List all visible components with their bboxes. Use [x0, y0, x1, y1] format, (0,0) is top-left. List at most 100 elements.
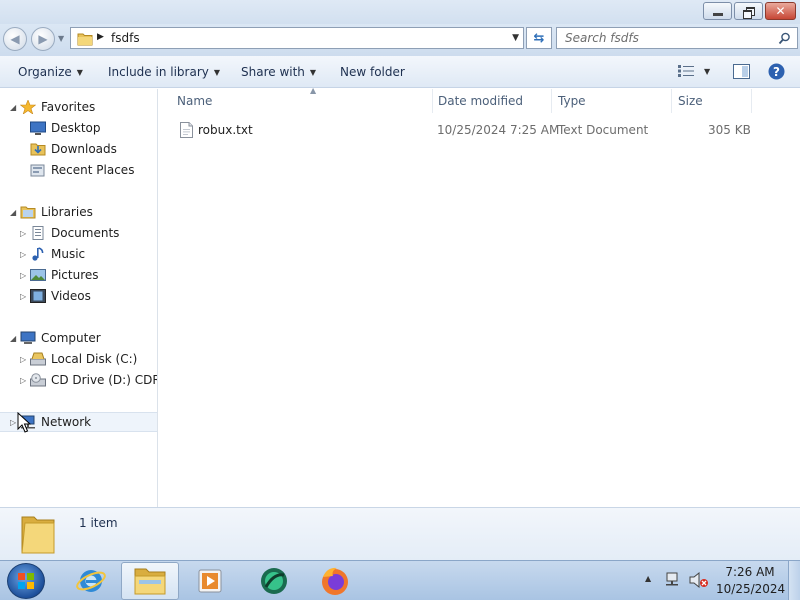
- taskbar-app[interactable]: [245, 562, 303, 600]
- include-in-library-button[interactable]: Include in library ▼: [108, 65, 220, 79]
- minimize-button[interactable]: [703, 2, 732, 20]
- expand-arrow-icon[interactable]: ▷: [20, 229, 26, 238]
- clock-date: 10/25/2024: [716, 582, 786, 596]
- show-hidden-icons-button[interactable]: ▲: [645, 574, 651, 583]
- libraries-icon: [20, 206, 36, 219]
- chevron-down-icon: ▼: [213, 67, 221, 77]
- column-header-type[interactable]: Type: [552, 89, 672, 113]
- windows-media-player-icon: [198, 569, 222, 593]
- details-view-icon: [678, 65, 694, 77]
- nav-item-documents[interactable]: ▷ Documents: [0, 223, 157, 243]
- nav-item-label: Recent Places: [51, 163, 135, 177]
- nav-item-pictures[interactable]: ▷ Pictures: [0, 265, 157, 285]
- folder-large-icon: [21, 516, 55, 554]
- minimize-icon: [712, 12, 723, 16]
- nav-item-cd-drive[interactable]: ▷ CD Drive (D:) CDROM: [0, 370, 157, 390]
- taskbar: ▲ 7:26 AM 10/25/2024: [0, 560, 800, 600]
- computer-icon: [20, 331, 36, 344]
- change-view-button[interactable]: ▼: [678, 65, 710, 77]
- nav-item-label: Local Disk (C:): [51, 352, 138, 366]
- file-date-modified: 10/25/2024 7:25 AM: [437, 123, 560, 137]
- include-in-library-label: Include in library: [108, 65, 209, 79]
- address-dropdown-icon[interactable]: ▼: [512, 33, 519, 43]
- column-header-label: Date modified: [438, 94, 524, 108]
- clock-time: 7:26 AM: [725, 565, 775, 579]
- nav-group-favorites[interactable]: ◢ Favorites: [0, 97, 157, 117]
- back-button[interactable]: ◀: [3, 27, 27, 51]
- nav-item-desktop[interactable]: Desktop: [0, 118, 157, 138]
- file-row[interactable]: robux.txt 10/25/2024 7:25 AM Text Docume…: [159, 119, 800, 141]
- chevron-down-icon: ▼: [76, 67, 83, 77]
- taskbar-windows-media-player[interactable]: [181, 562, 239, 600]
- pictures-icon: [30, 269, 46, 281]
- refresh-button[interactable]: ⇆: [526, 27, 552, 49]
- search-input[interactable]: [557, 28, 767, 48]
- close-button[interactable]: ✕: [765, 2, 796, 20]
- music-icon: [32, 247, 44, 261]
- nav-group-computer[interactable]: ◢ Computer: [0, 328, 157, 348]
- forward-button[interactable]: ▶: [31, 27, 55, 51]
- column-header-label: Name: [177, 94, 213, 108]
- organize-button[interactable]: Organize ▼: [18, 65, 83, 79]
- expand-arrow-icon[interactable]: ▷: [20, 271, 26, 280]
- expand-arrow-icon[interactable]: ▷: [20, 250, 26, 259]
- nav-item-recent-places[interactable]: Recent Places: [0, 160, 157, 180]
- collapse-arrow-icon[interactable]: ◢: [10, 208, 16, 217]
- file-type: Text Document: [558, 123, 649, 137]
- expand-arrow-icon[interactable]: ▷: [20, 292, 26, 301]
- collapse-arrow-icon[interactable]: ◢: [10, 103, 16, 112]
- nav-group-label: Libraries: [41, 205, 93, 219]
- internet-explorer-icon: [76, 570, 106, 592]
- expand-arrow-icon[interactable]: ▷: [20, 355, 26, 364]
- new-folder-button[interactable]: New folder: [340, 65, 405, 79]
- nav-item-videos[interactable]: ▷ Videos: [0, 286, 157, 306]
- start-button[interactable]: [7, 563, 45, 599]
- taskbar-windows-explorer[interactable]: [121, 562, 179, 600]
- desktop-icon: [30, 121, 46, 135]
- expand-arrow-icon[interactable]: ▷: [20, 376, 26, 385]
- taskbar-firefox[interactable]: [306, 562, 364, 600]
- new-folder-label: New folder: [340, 65, 405, 79]
- recent-places-icon: [30, 164, 45, 177]
- collapse-arrow-icon[interactable]: ◢: [10, 334, 16, 343]
- share-with-button[interactable]: Share with ▼: [241, 65, 316, 79]
- sort-ascending-icon: ▲: [310, 86, 317, 95]
- search-icon[interactable]: [778, 32, 791, 45]
- favorites-star-icon: [20, 100, 36, 114]
- nav-item-label: Desktop: [51, 121, 101, 135]
- file-list: Name ▲ Date modified Type Size robux.txt…: [159, 86, 800, 507]
- column-header-size[interactable]: Size: [672, 89, 752, 113]
- windows-explorer-icon: [134, 568, 166, 595]
- folder-icon: [77, 33, 93, 46]
- preview-pane-icon[interactable]: [733, 64, 750, 79]
- text-file-icon: [180, 122, 193, 138]
- column-header-name[interactable]: Name ▲: [171, 86, 433, 113]
- details-pane: 1 item: [0, 507, 800, 560]
- nav-group-label: Network: [41, 415, 92, 429]
- system-clock[interactable]: 7:26 AM 10/25/2024: [716, 564, 786, 598]
- nav-item-local-disk[interactable]: ▷ Local Disk (C:): [0, 349, 157, 369]
- volume-muted-icon[interactable]: [689, 572, 709, 588]
- restore-button[interactable]: [734, 2, 763, 20]
- address-bar[interactable]: ▶ fsdfs ▼: [70, 27, 524, 49]
- command-bar: Organize ▼ Include in library ▼ Share with…: [0, 56, 800, 88]
- nav-item-label: Pictures: [51, 268, 99, 282]
- nav-group-label: Favorites: [41, 100, 96, 114]
- search-box[interactable]: [556, 27, 798, 49]
- column-header-date-modified[interactable]: Date modified: [432, 89, 552, 113]
- chevron-down-icon: ▼: [704, 66, 711, 76]
- help-icon[interactable]: ?: [768, 63, 785, 80]
- refresh-icon: ⇆: [533, 30, 545, 46]
- recent-pages-dropdown[interactable]: ▼: [58, 34, 64, 43]
- breadcrumb-chevron-icon[interactable]: ▶: [97, 32, 104, 42]
- windows-logo-icon: [18, 573, 34, 589]
- nav-item-music[interactable]: ▷ Music: [0, 244, 157, 264]
- app-icon: [261, 568, 287, 594]
- nav-group-libraries[interactable]: ◢ Libraries: [0, 202, 157, 222]
- network-tray-icon[interactable]: [664, 572, 682, 588]
- breadcrumb-folder[interactable]: fsdfs: [111, 31, 140, 45]
- expand-arrow-icon[interactable]: ▷: [10, 418, 16, 427]
- taskbar-internet-explorer[interactable]: [62, 562, 120, 600]
- nav-item-downloads[interactable]: Downloads: [0, 139, 157, 159]
- show-desktop-button[interactable]: [788, 561, 800, 600]
